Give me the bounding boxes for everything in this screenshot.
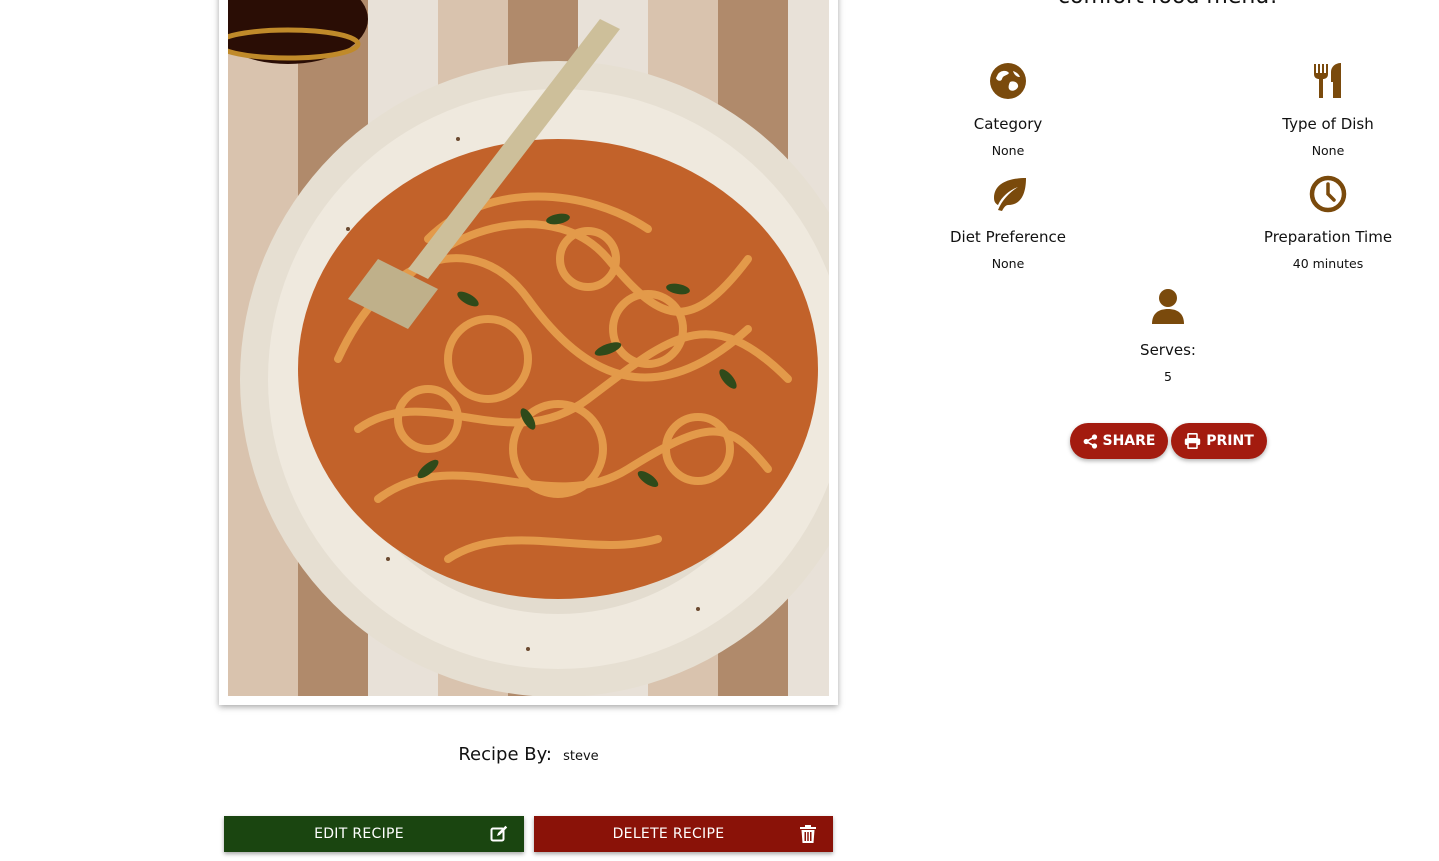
serves-label: Serves: xyxy=(1140,341,1196,359)
recipe-by-value: steve xyxy=(563,749,599,764)
utensils-icon xyxy=(1228,61,1428,101)
clock-icon xyxy=(1228,174,1428,214)
type-of-dish-value: None xyxy=(1311,143,1345,158)
recipe-intro-text: comfort food menu! xyxy=(900,0,1436,9)
recipe-author: Recipe By: steve xyxy=(219,744,838,765)
share-icon xyxy=(1083,433,1098,449)
share-label: SHARE xyxy=(1102,433,1156,449)
leaf-icon xyxy=(908,174,1108,214)
edit-icon xyxy=(474,825,524,843)
detail-serves: Serves: 5 xyxy=(1068,287,1268,384)
trash-icon xyxy=(783,825,833,843)
detail-preparation-time: Preparation Time 40 minutes xyxy=(1228,174,1428,271)
recipe-by-label: Recipe By: xyxy=(458,744,552,765)
user-icon xyxy=(1068,287,1268,327)
diet-preference-label: Diet Preference xyxy=(949,228,1066,246)
pasta-illustration xyxy=(228,0,829,696)
detail-type-of-dish: Type of Dish None xyxy=(1228,61,1428,158)
delete-recipe-button[interactable]: DELETE RECIPE xyxy=(534,816,833,852)
edit-recipe-label: EDIT RECIPE xyxy=(314,826,404,842)
diet-preference-value: None xyxy=(991,256,1025,271)
recipe-image xyxy=(228,0,829,696)
detail-category: Category None xyxy=(908,61,1108,158)
recipe-page: Recipe By: steve EDIT RECIPE DELETE RECI… xyxy=(0,0,1439,861)
preparation-time-label: Preparation Time xyxy=(1263,228,1393,246)
edit-recipe-button[interactable]: EDIT RECIPE xyxy=(224,816,524,852)
detail-diet-preference: Diet Preference None xyxy=(908,174,1108,271)
delete-recipe-label: DELETE RECIPE xyxy=(612,826,725,842)
recipe-image-card xyxy=(219,0,838,705)
category-label: Category xyxy=(973,115,1043,133)
category-value: None xyxy=(991,143,1025,158)
print-label: PRINT xyxy=(1206,433,1254,449)
preparation-time-value: 40 minutes xyxy=(1292,256,1364,271)
share-button[interactable]: SHARE xyxy=(1070,423,1168,459)
printer-icon xyxy=(1184,433,1201,449)
globe-icon xyxy=(908,61,1108,101)
type-of-dish-label: Type of Dish xyxy=(1282,115,1374,133)
serves-value: 5 xyxy=(1164,369,1172,384)
print-button[interactable]: PRINT xyxy=(1171,423,1267,459)
